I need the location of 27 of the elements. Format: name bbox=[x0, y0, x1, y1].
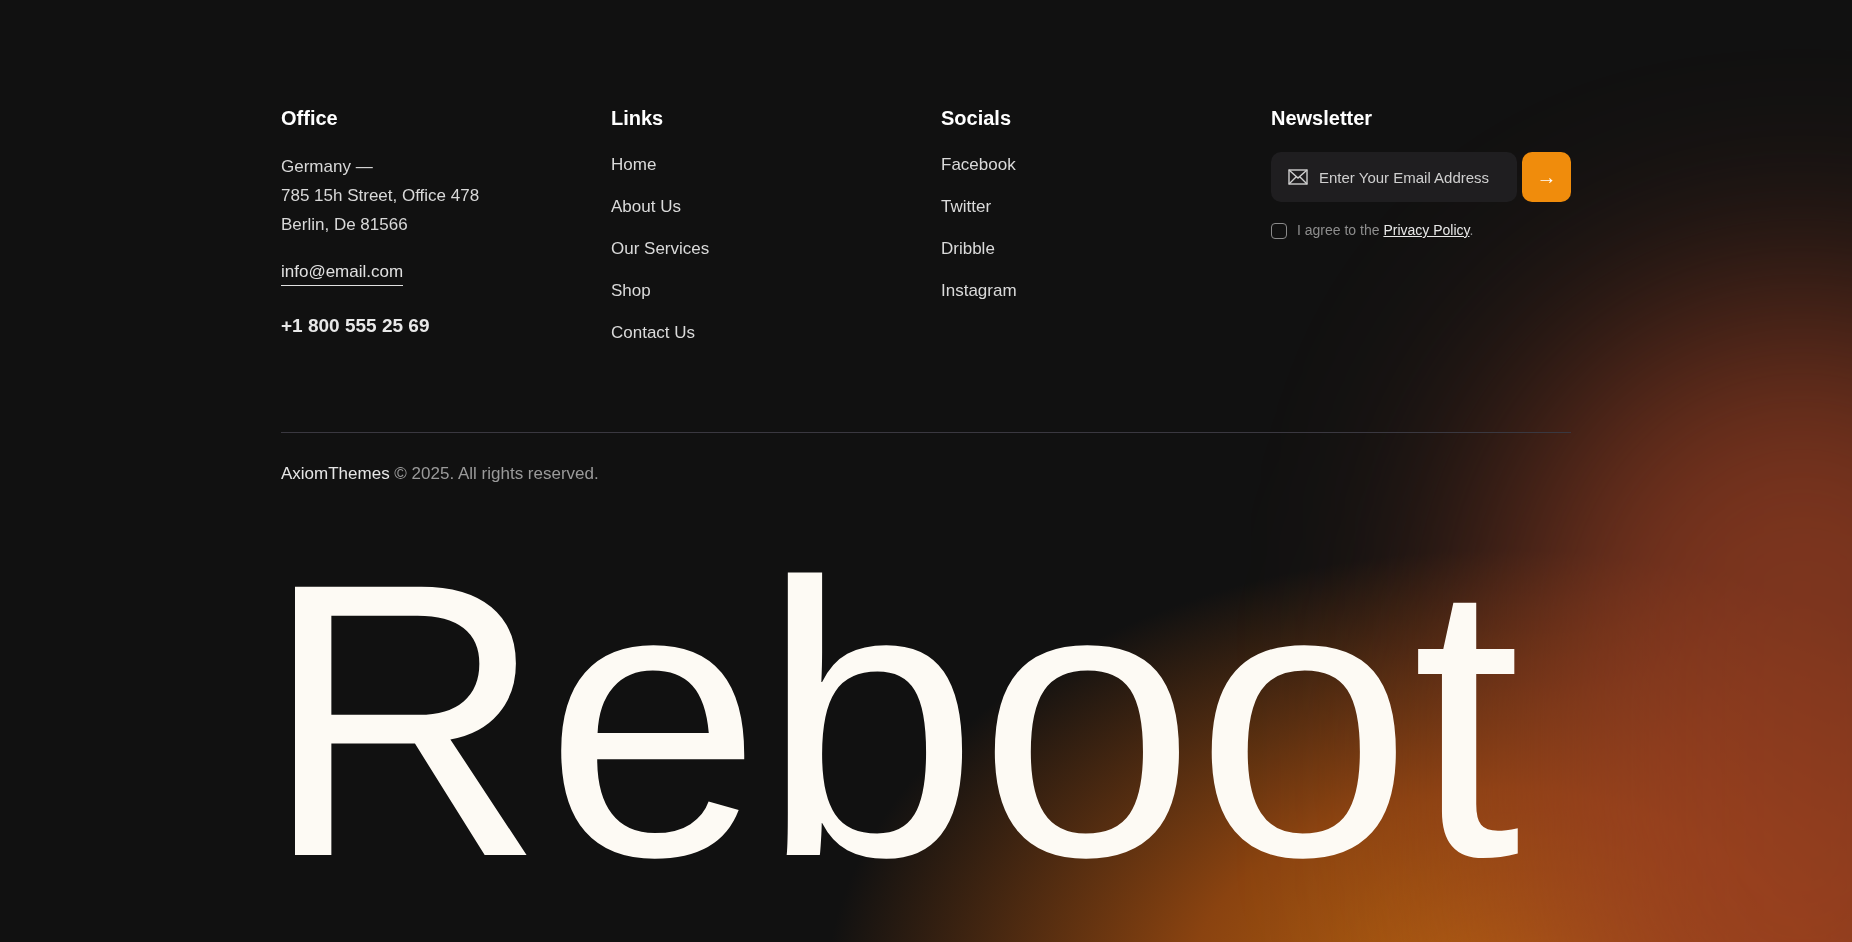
social-link[interactable]: Instagram bbox=[941, 278, 1017, 304]
period-text: . bbox=[1469, 222, 1474, 238]
address-line: 785 15h Street, Office 478 bbox=[281, 185, 480, 207]
email-link[interactable]: info@email.com bbox=[281, 259, 404, 286]
nav-link[interactable]: Shop bbox=[611, 278, 651, 304]
social-link[interactable]: Facebook bbox=[941, 152, 1016, 178]
email-field[interactable]: Enter Your Email Address bbox=[1271, 152, 1517, 202]
phone-number: +1 800 555 25 69 bbox=[281, 314, 430, 338]
mail-icon bbox=[1288, 169, 1308, 185]
address-line: Germany — bbox=[281, 156, 373, 178]
address-line: Berlin, De 81566 bbox=[281, 214, 408, 236]
consent-text: I agree to the bbox=[1297, 222, 1381, 238]
column-heading: Links bbox=[611, 106, 665, 131]
privacy-policy-link[interactable]: Privacy Policy bbox=[1383, 222, 1470, 238]
nav-link[interactable]: Home bbox=[611, 152, 657, 178]
nav-link[interactable]: Contact Us bbox=[611, 320, 696, 346]
brand-name: AxiomThemes bbox=[281, 464, 390, 483]
nav-link[interactable]: About Us bbox=[611, 194, 681, 220]
copyright-text: © 2025. All rights reserved. bbox=[393, 464, 599, 483]
column-heading: Socials bbox=[941, 106, 1013, 131]
wordmark: Reboot bbox=[263, 554, 1522, 885]
social-link[interactable]: Twitter bbox=[941, 194, 992, 220]
nav-link[interactable]: Our Services bbox=[611, 236, 710, 262]
column-heading: Office bbox=[281, 106, 339, 131]
column-heading: Newsletter bbox=[1271, 106, 1374, 131]
consent-checkbox[interactable] bbox=[1271, 222, 1287, 239]
social-link[interactable]: Dribble bbox=[941, 236, 995, 262]
